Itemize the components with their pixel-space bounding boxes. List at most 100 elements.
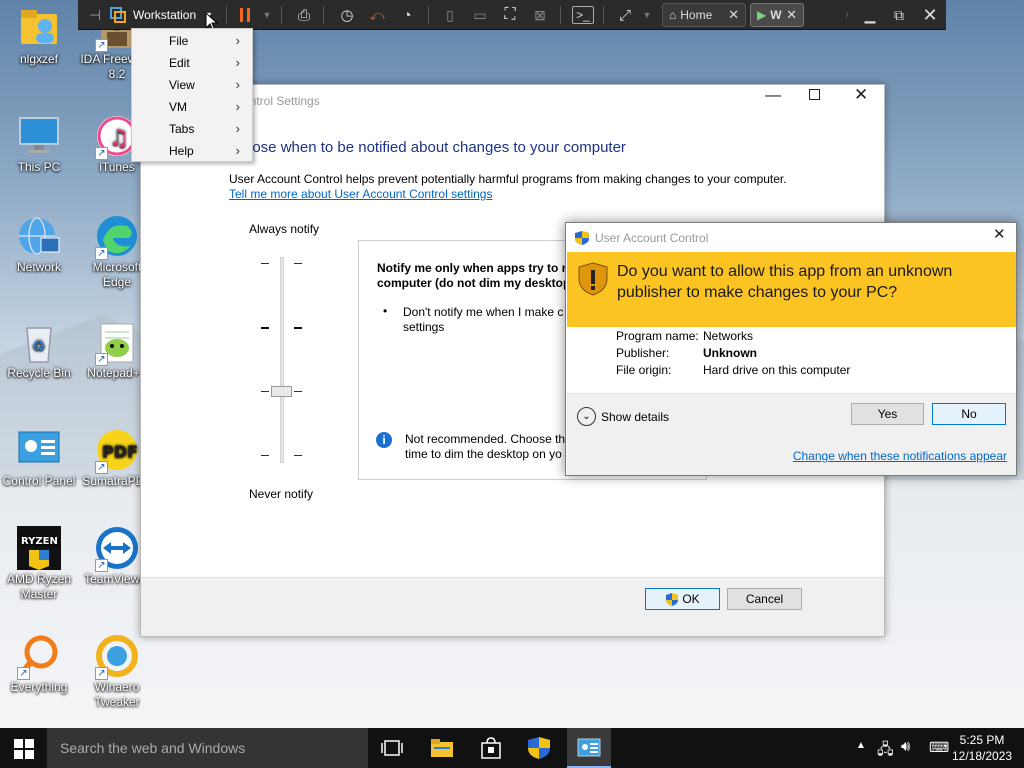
no-button-label: No [961,407,977,421]
menu-item-tabs[interactable]: Tabs › [132,118,252,140]
menu-item-label: Help [169,144,194,158]
ime-icon[interactable]: ⌨ [929,739,949,756]
send-ctrl-alt-del-icon[interactable]: ⎙ [292,4,316,26]
taskbar-search-box[interactable]: Search the web and Windows [47,728,368,768]
uac-footer: ⌄ Show details Yes No Change when these … [567,393,1016,475]
slider-thumb[interactable] [271,386,292,397]
menu-item-help[interactable]: Help › [132,140,252,162]
clock[interactable]: 5:25 PM 12/18/2023 [952,732,1012,764]
power-dropdown-icon[interactable]: ▼ [260,4,274,26]
no-button[interactable]: No [932,403,1006,425]
stretch-dropdown-icon[interactable]: ▼ [640,4,654,26]
start-button[interactable] [14,739,34,762]
snapshot-icon[interactable]: ◷ [336,4,358,26]
menu-item-view[interactable]: View › [132,74,252,96]
window-close-icon[interactable]: ✕ [918,4,942,26]
thumbnail-bar-icon[interactable]: ▭ [470,4,490,26]
program-name-value: Networks [703,329,754,343]
show-library-icon[interactable]: ▯ [440,4,460,26]
store-icon[interactable] [480,737,502,762]
show-hidden-icons-icon[interactable]: ▲ [856,740,866,751]
svg-text:♫: ♫ [109,126,129,151]
uac-close-button[interactable]: ✕ [993,225,1006,243]
minimize-button[interactable]: — [765,87,781,105]
shortcut-arrow-icon: ↗ [95,559,108,572]
vmware-logo-icon [108,4,128,26]
revert-snapshot-icon[interactable]: ⤺ [366,4,388,26]
network-icon [17,214,61,258]
uac-question-line-1: Do you want to allow this app from an un… [617,263,953,280]
home-icon: ⌂ [669,8,677,22]
desktop-icon-label: Network [16,260,61,274]
shield-icon [666,592,679,606]
tab-scroll-icon[interactable]: › [842,4,852,26]
dialog-button-bar: OK Cancel [141,577,884,636]
svg-text:RYZEN: RYZEN [21,536,58,547]
show-details-toggle[interactable]: ⌄ Show details [577,407,669,426]
info-icon: i [376,432,392,448]
desktop-icon-recycle-bin[interactable]: ♻ Recycle Bin [0,320,78,381]
windows-logo-icon [14,739,34,759]
menu-item-label: Tabs [169,122,195,136]
desktop-icon-network[interactable]: Network [0,214,78,275]
desktop-icon-ryzen-master[interactable]: RYZEN AMD Ryzen Master [0,526,78,602]
tab-close-icon[interactable]: ✕ [728,7,739,23]
learn-more-link[interactable]: Tell me more about User Account Control … [229,187,492,201]
pin-icon[interactable]: ⊣ [86,4,104,26]
control-panel-icon [17,428,61,472]
uac-warning-banner: Do you want to allow this app from an un… [567,252,1016,327]
menu-item-edit[interactable]: Edit › [132,52,252,74]
desktop-icon-winaero[interactable]: ↗ Winaero Tweaker [78,634,156,710]
desktop-icon-this-pc[interactable]: This PC [0,114,78,175]
publisher-row: Publisher: Unknown [616,345,850,362]
console-icon[interactable]: >_ [572,6,594,24]
uac-details: Program name: Networks Publisher: Unknow… [616,328,850,379]
uac-shield-taskbar-icon[interactable] [527,736,551,763]
note-line-2: time to dim the desktop on yo [405,447,562,461]
window-restore-icon[interactable]: ⧉ [888,4,910,26]
maximize-button[interactable] [809,89,820,100]
full-screen-icon[interactable]: ⛶ [499,4,521,26]
everything-icon: ↗ [17,634,61,680]
chevron-right-icon: › [235,33,240,48]
menu-item-file[interactable]: File › [132,30,252,52]
desktop-icon-user-folder[interactable]: nlgxzef [0,6,78,67]
tab-home[interactable]: ⌂ Home ✕ [662,3,746,27]
task-view-icon[interactable] [381,738,403,758]
yes-button[interactable]: Yes [851,403,924,425]
close-button[interactable]: ✕ [854,85,868,105]
cancel-button[interactable]: Cancel [727,588,802,610]
network-tray-icon[interactable]: 🖧 [877,739,894,764]
tab-vm[interactable]: ▶ W ✕ [750,3,804,27]
shortcut-arrow-icon: ↗ [95,461,108,474]
slider-track [280,257,284,463]
menu-item-vm[interactable]: VM › [132,96,252,118]
file-explorer-icon[interactable] [430,738,454,761]
uac-prompt-dialog: User Account Control ✕ Do you want to al… [565,222,1017,476]
description-text: User Account Control helps prevent poten… [229,172,787,186]
desktop-icon-label: nlgxzef [19,52,59,66]
unity-icon[interactable]: ⊠ [530,4,550,26]
panel-note: Not recommended. Choose th time to dim t… [405,432,565,462]
window-minimize-icon[interactable]: ▁ [859,4,881,26]
stretch-icon[interactable]: ⤢ [614,4,636,26]
taskbar: Search the web and Windows ▲ 🖧 🔊︎ ⌨ 5:25… [0,728,1024,768]
shortcut-arrow-icon: ↗ [17,667,30,680]
chevron-right-icon: › [235,99,240,114]
publisher-label: Publisher: [616,346,670,360]
snapshot-manager-icon[interactable]: ◔ [396,4,418,26]
tab-close-icon[interactable]: ✕ [786,7,797,23]
desktop-icon-label: This PC [17,160,61,174]
desktop-icon-control-panel[interactable]: Control Panel [0,428,78,489]
desktop-icon-everything[interactable]: ↗ Everything [0,634,78,695]
program-name-row: Program name: Networks [616,328,850,345]
desktop-icon-label: Control Panel [2,474,76,488]
chevron-right-icon: › [235,55,240,70]
ok-button[interactable]: OK [645,588,720,610]
uac-shield-icon [575,231,589,245]
pause-button[interactable] [234,4,256,26]
change-notifications-link[interactable]: Change when these notifications appear [793,449,1007,463]
teamviewer-icon: ↗ [95,526,139,572]
control-panel-taskbar-button[interactable] [567,728,611,768]
volume-icon[interactable]: 🔊︎ [901,738,910,755]
